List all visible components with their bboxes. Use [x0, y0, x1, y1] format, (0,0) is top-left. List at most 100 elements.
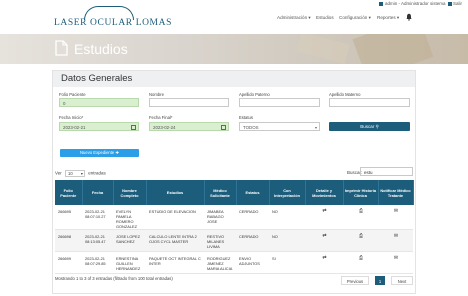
refresh-icon[interactable]: ⇄ [308, 234, 341, 239]
refresh-icon[interactable]: ⇄ [308, 209, 341, 214]
mail-icon[interactable]: ✉ [381, 256, 411, 261]
chevron-down-icon: ▾ [314, 125, 317, 130]
mail-icon[interactable]: ✉ [381, 234, 411, 239]
table-info: Mostrando 1 to 3 of 3 entradas (filtrado… [55, 276, 173, 281]
estatus-value: TODOS [243, 124, 259, 130]
nombre-cell: ERNESTINA GUILLEN HERNANDEZ [113, 251, 146, 274]
column-header[interactable]: Estudios [146, 180, 205, 205]
folio-cell: 266695 [55, 205, 82, 230]
estatus-cell: ENVIO ADJUNTOS [236, 251, 269, 274]
fecha-inicio-input[interactable]: 2023-02-21 [59, 122, 139, 131]
column-header[interactable]: Fecha [82, 180, 114, 205]
user-bar: admin - Administrador sistema Salir [378, 1, 462, 6]
estudios-cell: CALCULO LENTE INTRA 2 OJOS CYCL MASTER [146, 229, 204, 252]
nombre-label: Nombre [149, 92, 164, 97]
mail-icon[interactable]: ✉ [381, 209, 411, 214]
bell-icon[interactable] [405, 13, 413, 21]
column-header[interactable]: Notificar Médico Tratante [378, 180, 414, 205]
apellido-paterno-input[interactable] [239, 98, 320, 107]
folio-paciente-label: Folio Paciente [59, 92, 86, 97]
estatus-cell: CERRADO [236, 229, 269, 252]
medico-cell: RODRIGUEZ JIMENEZ MARIA ALICIA [204, 251, 236, 274]
nuevo-expediente-button[interactable]: Nuevo Expediente ✚ [60, 149, 139, 157]
user-icon [378, 1, 383, 6]
buscar-button[interactable]: Buscar ⚲ [329, 122, 410, 131]
medico-cell: JIMABEA RABAGO JOSE [204, 205, 236, 230]
table-search-input[interactable]: estu [360, 167, 413, 176]
print-icon[interactable]: ⎙ [346, 209, 376, 214]
column-header[interactable]: Detalle y Movimientos [305, 180, 344, 205]
column-header[interactable]: Nombre Completo [113, 180, 147, 205]
estatus-select[interactable]: TODOS ▾ [239, 122, 320, 131]
column-header[interactable]: Folio Paciente [55, 180, 83, 205]
fecha-final-label: Fecha Final* [149, 115, 173, 120]
page-size-select[interactable]: 10 ▾ [65, 170, 86, 177]
calendar-icon[interactable] [221, 124, 226, 130]
column-header[interactable]: Con Interpretación [269, 180, 306, 205]
nombre-cell: EVELYN PAMELA ROMERO GONZALEZ [113, 205, 146, 230]
interpretacion-cell: SI [269, 251, 305, 274]
print-icon[interactable]: ⎙ [346, 234, 376, 239]
calendar-icon[interactable] [131, 124, 136, 130]
medico-cell: RESTIVO MILANES LIVIMA [204, 229, 236, 252]
fecha-final-input[interactable]: 2023-02-24 [149, 122, 229, 131]
folio-cell: 266698 [55, 229, 82, 252]
fecha-inicio-label: Fecha Inicio* [59, 115, 84, 120]
print-icon[interactable]: ⎙ [346, 256, 376, 261]
card-header: Datos Generales [53, 71, 415, 87]
table-row: 266695 2023-02-21 08:07:10.27 EVELYN PAM… [55, 205, 413, 230]
nav-estudios[interactable]: Estudios [316, 15, 334, 20]
page-size-control: Ver 10 ▾ entradas [55, 170, 106, 177]
apellido-materno-label: Apellido Materno [329, 92, 361, 97]
table-row: 266698 2023-02-21 08:13:05.47 JOSE LOPEZ… [55, 229, 413, 252]
column-header[interactable]: Imprimir Historia Clínica [343, 180, 379, 205]
logout-link[interactable]: Salir [453, 1, 462, 6]
pagination-page[interactable]: 1 [375, 276, 385, 285]
chevron-down-icon: ▾ [80, 171, 84, 176]
fecha-inicio-value: 2023-02-21 [63, 124, 86, 130]
nuevo-expediente-label: Nuevo Expediente [80, 150, 115, 155]
document-icon [55, 40, 68, 56]
folio-cell: 266699 [55, 251, 82, 274]
detalle-cell: ⇄ [305, 229, 343, 252]
estudios-cell: PAQUETE OCT INTEGRAL C INTER [146, 251, 204, 274]
apellido-paterno-label: Apellido Paterno [239, 92, 270, 97]
refresh-icon[interactable]: ⇄ [308, 256, 341, 261]
pagination-next[interactable]: Next [391, 276, 413, 285]
column-header[interactable]: Estatus [236, 180, 270, 205]
entries-label: entradas [88, 170, 106, 176]
estatus-label: Estatus [239, 115, 253, 120]
table-header-row: Folio Paciente Fecha Nombre Completo Est… [55, 180, 414, 205]
interpretacion-cell: NO [269, 205, 305, 230]
table-row: 266699 2023-02-21 08:07:29.85 ERNESTINA … [55, 251, 413, 274]
page-title: Estudios [74, 41, 128, 57]
brand-name: LASER OCULAR LOMAS [54, 18, 172, 28]
interpretacion-cell: NO [269, 229, 305, 252]
column-header[interactable]: Médico Solicitante [204, 180, 237, 205]
apellido-materno-input[interactable] [329, 98, 410, 107]
nav-administracion[interactable]: Administración ▾ [277, 15, 311, 21]
user-name[interactable]: admin - Administrador sistema [385, 1, 446, 6]
estudios-cell: ESTUDIO DE ELEVACION [146, 205, 204, 230]
buscar-label: Buscar [360, 124, 375, 129]
top-header: LASER OCULAR LOMAS admin - Administrador… [0, 0, 468, 34]
estudios-table: Folio Paciente Fecha Nombre Completo Est… [55, 180, 414, 274]
fecha-final-value: 2023-02-24 [153, 124, 176, 130]
nombre-cell: JOSE LOPEZ SANCHEZ [113, 229, 146, 252]
notificar-cell: ✉ [378, 251, 413, 274]
notificar-cell: ✉ [378, 229, 413, 252]
fecha-cell: 2023-02-21 08:07:10.27 [82, 205, 113, 230]
nav-reportes[interactable]: Reportes ▾ [377, 15, 399, 21]
banner-decoration [352, 34, 434, 64]
folio-paciente-input[interactable]: 0 [59, 98, 139, 107]
imprimir-cell: ⎙ [343, 251, 378, 274]
pagination-previous[interactable]: Previous [341, 276, 369, 285]
imprimir-cell: ⎙ [343, 205, 378, 230]
fecha-cell: 2023-02-21 08:13:05.47 [82, 229, 113, 252]
brand-logo[interactable]: LASER OCULAR LOMAS [54, 6, 171, 30]
card-title: Datos Generales [61, 73, 133, 84]
nav-configuracion[interactable]: Configuración ▾ [339, 15, 371, 21]
nombre-input[interactable] [149, 98, 229, 107]
logout-icon [447, 1, 452, 6]
detalle-cell: ⇄ [305, 251, 343, 274]
